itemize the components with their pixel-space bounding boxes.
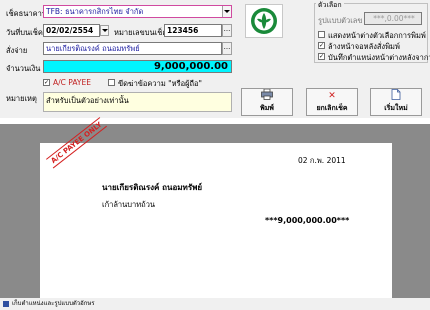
amount-label: จำนวนเงิน xyxy=(6,64,41,73)
cancel-cheque-button-label: ยกเลิกเช็ค xyxy=(316,104,348,112)
cheque-date-value: 02/02/2554 xyxy=(46,26,94,35)
payee-value: นายเกียรติณรงค์ ถนอมทรัพย์ xyxy=(46,44,140,53)
preview-payee: นายเกียรติณรงค์ ถนอมทรัพย์ xyxy=(102,183,203,192)
cheque-date-input[interactable]: 02/02/2554 xyxy=(43,24,100,37)
date-dropdown-icon[interactable] xyxy=(100,25,109,36)
new-document-icon xyxy=(371,89,421,103)
chevron-down-icon[interactable] xyxy=(222,6,231,17)
remark-value: สำหรับเป็นตัวอย่างเท่านั้น xyxy=(46,96,129,105)
number-format-label: รูปแบบตัวเลข xyxy=(318,16,363,25)
cheque-number-lookup-button[interactable]: ... xyxy=(222,24,232,37)
bank-label: เช็คธนาคาร xyxy=(6,9,46,18)
preview-amount: ***9,000,000.00*** xyxy=(265,216,350,225)
status-text: เก็บตำแหน่งและรูปแบบตัวอักษร xyxy=(12,300,95,307)
number-format-value: ***,0.00*** xyxy=(373,14,415,23)
cheque-number-value: 123456 xyxy=(167,26,199,35)
strike-bearer-checkbox[interactable] xyxy=(108,79,115,86)
printer-icon xyxy=(242,88,292,103)
cancel-cheque-button[interactable]: ✕ ยกเลิกเช็ค xyxy=(306,88,358,116)
remark-label: หมายเหตุ xyxy=(6,94,37,103)
cancel-icon: ✕ xyxy=(328,91,336,101)
option-save-position-label: บันทึกตำแหน่งหน้าต่างหลังจากวาง xyxy=(328,53,430,62)
new-button[interactable]: เริ่มใหม่ xyxy=(370,88,422,116)
cheque-number-input[interactable]: 123456 xyxy=(164,24,222,37)
cheque-preview-paper: A/C PAYEE ONLY 02 ก.พ. 2011 นายเกียรติณร… xyxy=(40,117,392,298)
option-clear-after-print-checkbox[interactable]: ✓ xyxy=(318,42,325,49)
remark-input[interactable]: สำหรับเป็นตัวอย่างเท่านั้น xyxy=(43,92,232,112)
options-title: ตัวเลือก xyxy=(316,0,344,11)
payee-lookup-button[interactable]: ... xyxy=(222,42,232,55)
payee-label: สั่งจ่าย xyxy=(6,46,28,55)
cheque-entry-form: เช็คธนาคาร TFB: ธนาคารกสิกรไทย จำกัด วัน… xyxy=(0,0,430,118)
status-bar: เก็บตำแหน่งและรูปแบบตัวอักษร xyxy=(0,298,430,310)
strike-bearer-label: ขีดฆ่าข้อความ "หรือผู้ถือ" xyxy=(118,79,202,88)
print-button-label: พิมพ์ xyxy=(260,104,274,112)
ac-payee-stamp: A/C PAYEE ONLY xyxy=(46,117,108,169)
payee-input[interactable]: นายเกียรติณรงค์ ถนอมทรัพย์ xyxy=(43,42,222,55)
save-icon xyxy=(3,301,9,307)
amount-value: 9,000,000.00 xyxy=(153,61,228,72)
print-button[interactable]: พิมพ์ xyxy=(241,88,293,116)
bank-logo xyxy=(245,4,283,38)
new-button-label: เริ่มใหม่ xyxy=(384,104,408,112)
kasikorn-logo-icon xyxy=(251,8,277,34)
preview-amount-words: เก้าล้านบาทถ้วน xyxy=(102,200,156,209)
cheque-preview-area: A/C PAYEE ONLY 02 ก.พ. 2011 นายเกียรติณร… xyxy=(0,117,430,298)
preview-date: 02 ก.พ. 2011 xyxy=(298,156,346,165)
option-show-print-dialog-checkbox[interactable] xyxy=(318,31,325,38)
ac-payee-checkbox[interactable]: ✓ xyxy=(43,79,50,86)
bank-select[interactable]: TFB: ธนาคารกสิกรไทย จำกัด xyxy=(43,5,232,18)
option-save-position-checkbox[interactable]: ✓ xyxy=(318,53,325,60)
cheque-no-label: หมายเลขบนเช็ค xyxy=(114,28,168,37)
amount-input[interactable]: 9,000,000.00 xyxy=(43,60,232,73)
ac-payee-label: A/C PAYEE xyxy=(53,78,91,87)
date-label: วันที่บนเช็ค xyxy=(6,28,43,37)
number-format-input[interactable]: ***,0.00*** xyxy=(364,12,422,25)
bank-select-value: TFB: ธนาคารกสิกรไทย จำกัด xyxy=(46,7,144,16)
